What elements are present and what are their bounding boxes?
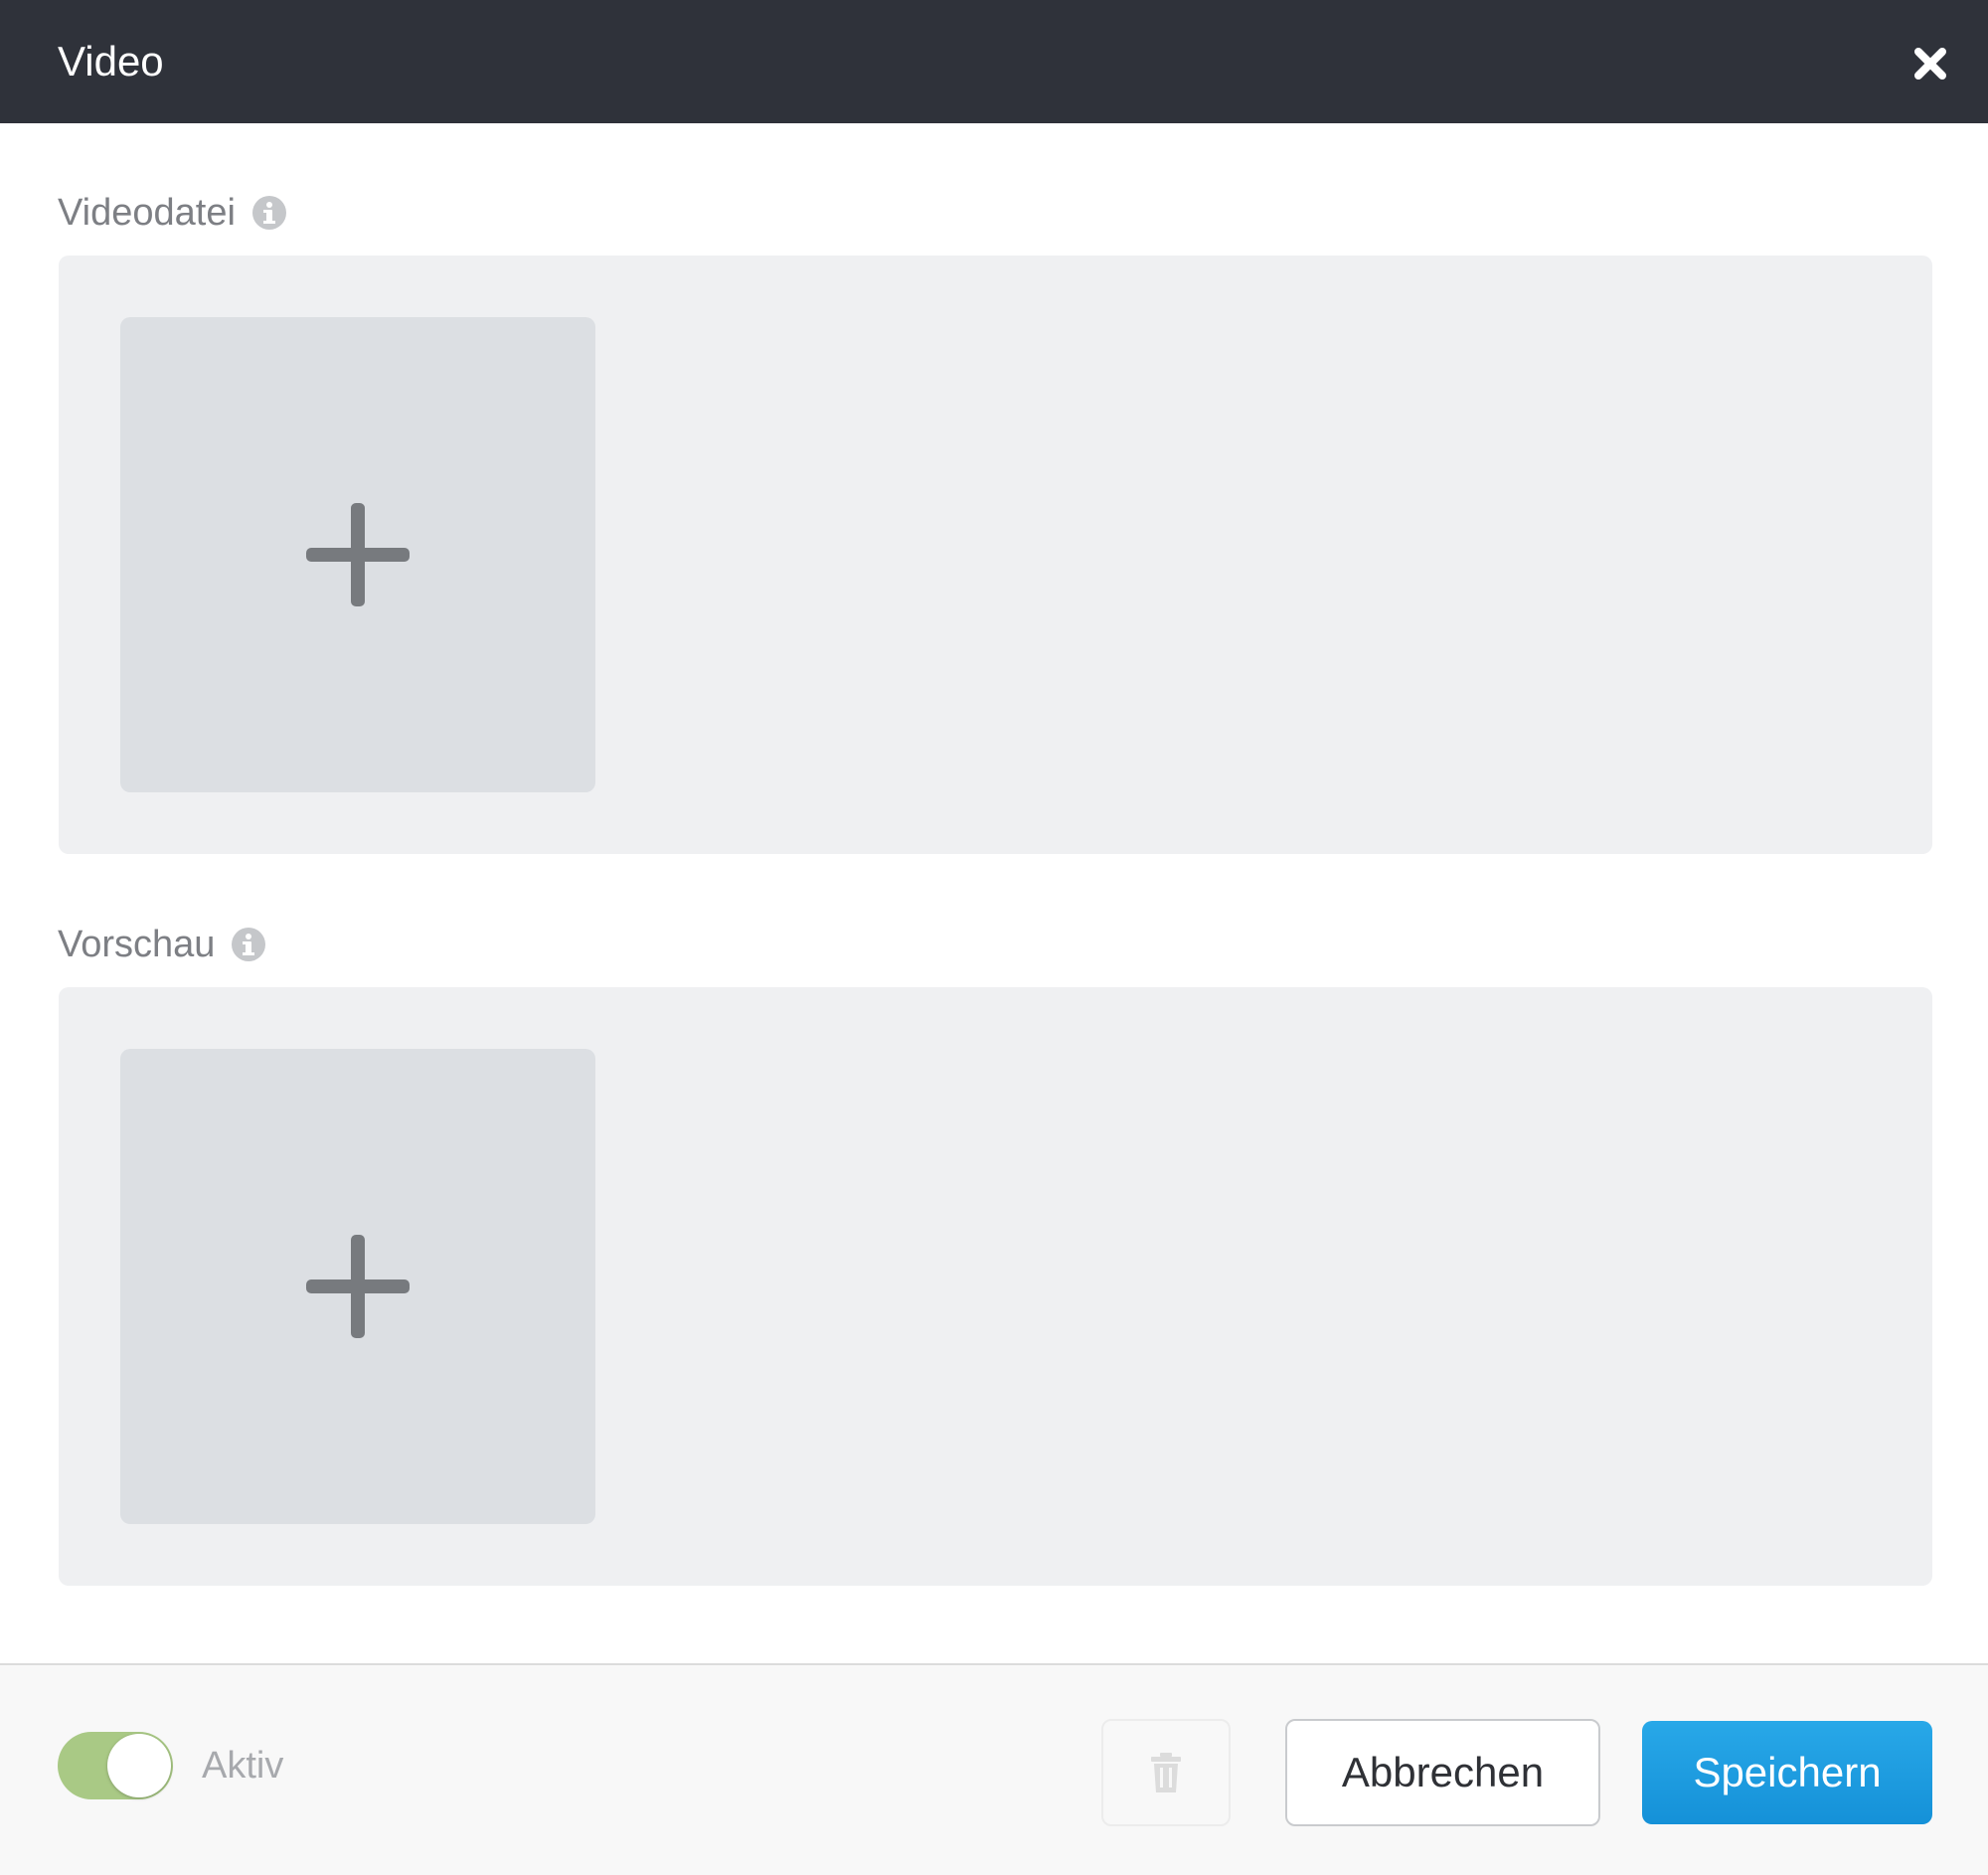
delete-button[interactable] — [1101, 1719, 1231, 1826]
add-video-tile[interactable] — [120, 317, 595, 792]
info-icon[interactable] — [251, 195, 287, 231]
save-button[interactable]: Speichern — [1642, 1721, 1932, 1824]
trash-icon — [1151, 1753, 1181, 1792]
dialog-footer: Aktiv Abbrechen Speichern — [0, 1663, 1988, 1875]
field-label-videodatei: Videodatei — [58, 189, 287, 237]
info-icon[interactable] — [231, 927, 266, 962]
videodatei-dropzone — [59, 256, 1932, 854]
active-toggle[interactable] — [58, 1732, 173, 1799]
field-label-text: Videodatei — [58, 192, 236, 234]
dialog-title: Video — [58, 38, 164, 85]
cancel-button[interactable]: Abbrechen — [1285, 1719, 1600, 1826]
field-label-text: Vorschau — [58, 924, 216, 965]
dialog-header: Video — [0, 0, 1988, 123]
add-preview-tile[interactable] — [120, 1049, 595, 1524]
vorschau-dropzone — [59, 987, 1932, 1586]
active-toggle-label: Aktiv — [202, 1745, 284, 1787]
close-icon[interactable] — [1910, 44, 1950, 84]
plus-icon — [306, 503, 410, 606]
toggle-knob — [107, 1734, 171, 1797]
video-dialog: Video Videodatei Vorschau Aktiv Abbreche… — [0, 0, 1988, 1875]
field-label-vorschau: Vorschau — [58, 921, 266, 968]
plus-icon — [306, 1235, 410, 1338]
